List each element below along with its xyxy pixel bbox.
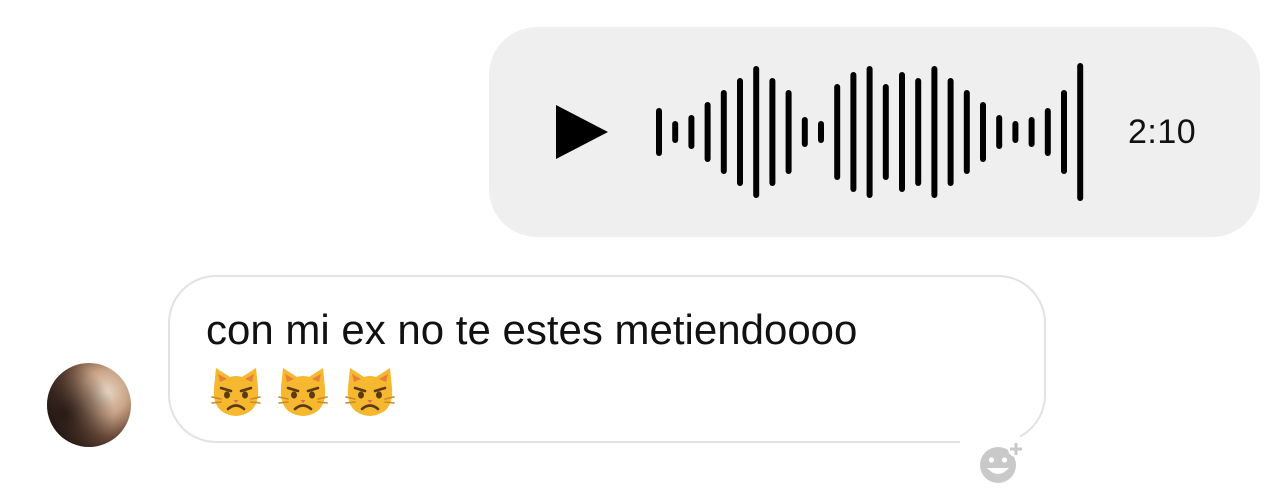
waveform-scrubber[interactable] xyxy=(650,60,1090,205)
waveform-bar xyxy=(720,90,727,174)
waveform-bar xyxy=(1077,63,1084,201)
waveform-bar xyxy=(915,78,922,186)
waveform-bar xyxy=(801,117,808,147)
waveform-bar xyxy=(1061,90,1067,174)
pouting-cat-emoji-icon xyxy=(345,368,395,416)
waveform-bar xyxy=(882,84,889,180)
waveform-bar xyxy=(818,121,824,143)
waveform-bar xyxy=(947,78,954,186)
emoji-row: 😾 😾 😾 xyxy=(208,364,398,420)
play-icon[interactable] xyxy=(552,102,612,162)
waveform-bar xyxy=(769,78,776,186)
waveform-bar xyxy=(737,78,743,186)
waveform-bar xyxy=(866,66,873,198)
chat-thread: 2:10 con mi ex no te estes metiendoooo 😾… xyxy=(0,0,1284,496)
waveform-bar xyxy=(785,90,792,174)
avatar[interactable] xyxy=(47,363,131,447)
waveform-bar xyxy=(996,115,1003,149)
voice-duration: 2:10 xyxy=(1128,113,1197,151)
waveform-bar xyxy=(1012,121,1019,143)
waveform-bar xyxy=(850,72,857,192)
waveform-bar xyxy=(1028,117,1035,147)
waveform-bar xyxy=(980,102,986,162)
message-text: con mi ex no te estes metiendoooo xyxy=(206,306,858,353)
waveform-bar xyxy=(834,84,841,180)
waveform-bar xyxy=(963,90,970,174)
waveform-bar xyxy=(704,102,711,162)
pouting-cat-emoji-icon xyxy=(211,368,261,416)
waveform-bar xyxy=(1044,108,1051,156)
waveform-bar xyxy=(899,72,905,192)
pouting-cat-emoji-icon xyxy=(278,368,328,416)
waveform-bar xyxy=(656,108,662,156)
waveform-bar xyxy=(672,121,679,143)
add-reaction-icon[interactable] xyxy=(978,441,1026,485)
avatar-photo xyxy=(47,363,131,447)
waveform-bar xyxy=(753,66,760,198)
waveform-bar xyxy=(688,115,695,149)
waveform-bar xyxy=(931,66,938,198)
